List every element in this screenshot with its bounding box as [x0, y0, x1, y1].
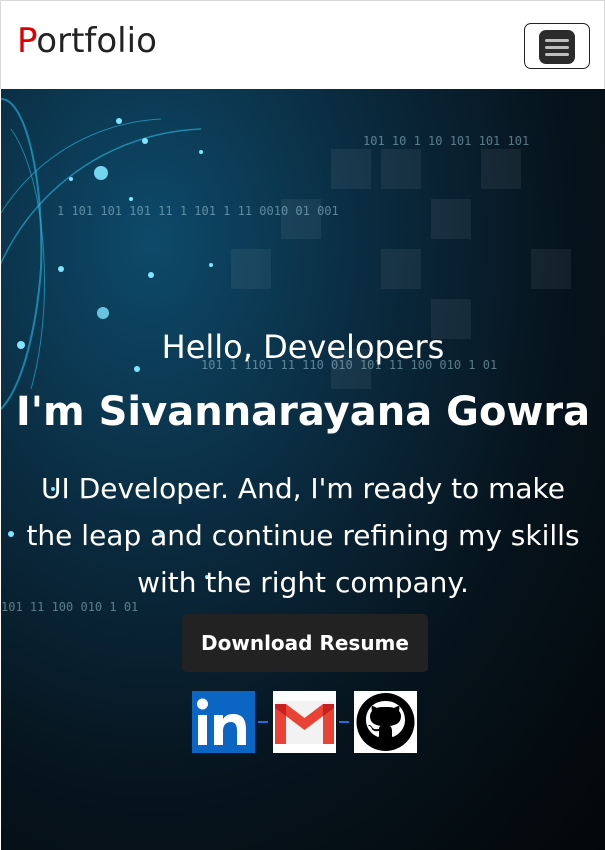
tagline-text: UI Developer. And, I'm ready to make the…: [26, 472, 580, 599]
social-links: [192, 691, 422, 753]
brand-rest: ortfolio: [36, 21, 157, 61]
brand-logo[interactable]: Portfolio: [17, 21, 157, 61]
linkedin-icon[interactable]: [192, 691, 255, 753]
separator: [339, 721, 349, 723]
navbar: Portfolio: [0, 0, 605, 89]
svg-text:101 10 1 10 101 101 101: 101 10 1 10 101 101 101: [363, 134, 529, 148]
menu-toggle-button[interactable]: [524, 23, 590, 69]
developer-name: I'm Sivannarayana Gowra: [15, 389, 591, 435]
hamburger-menu-icon: [539, 30, 575, 64]
svg-text:1 101 101 101 11 1 101 1: 1 101 101 101 11 1 101 1 11 0010 01 001: [57, 204, 339, 218]
github-icon[interactable]: [354, 691, 417, 753]
brand-first-letter: P: [17, 21, 37, 61]
separator: [258, 721, 268, 723]
download-resume-button[interactable]: Download Resume: [182, 614, 428, 672]
greeting-text: Hello, Developers: [161, 328, 445, 366]
gmail-icon[interactable]: [273, 691, 336, 753]
hero-section: 101 10 1 10 101 101 101 1 101 101 101 11…: [1, 89, 605, 850]
